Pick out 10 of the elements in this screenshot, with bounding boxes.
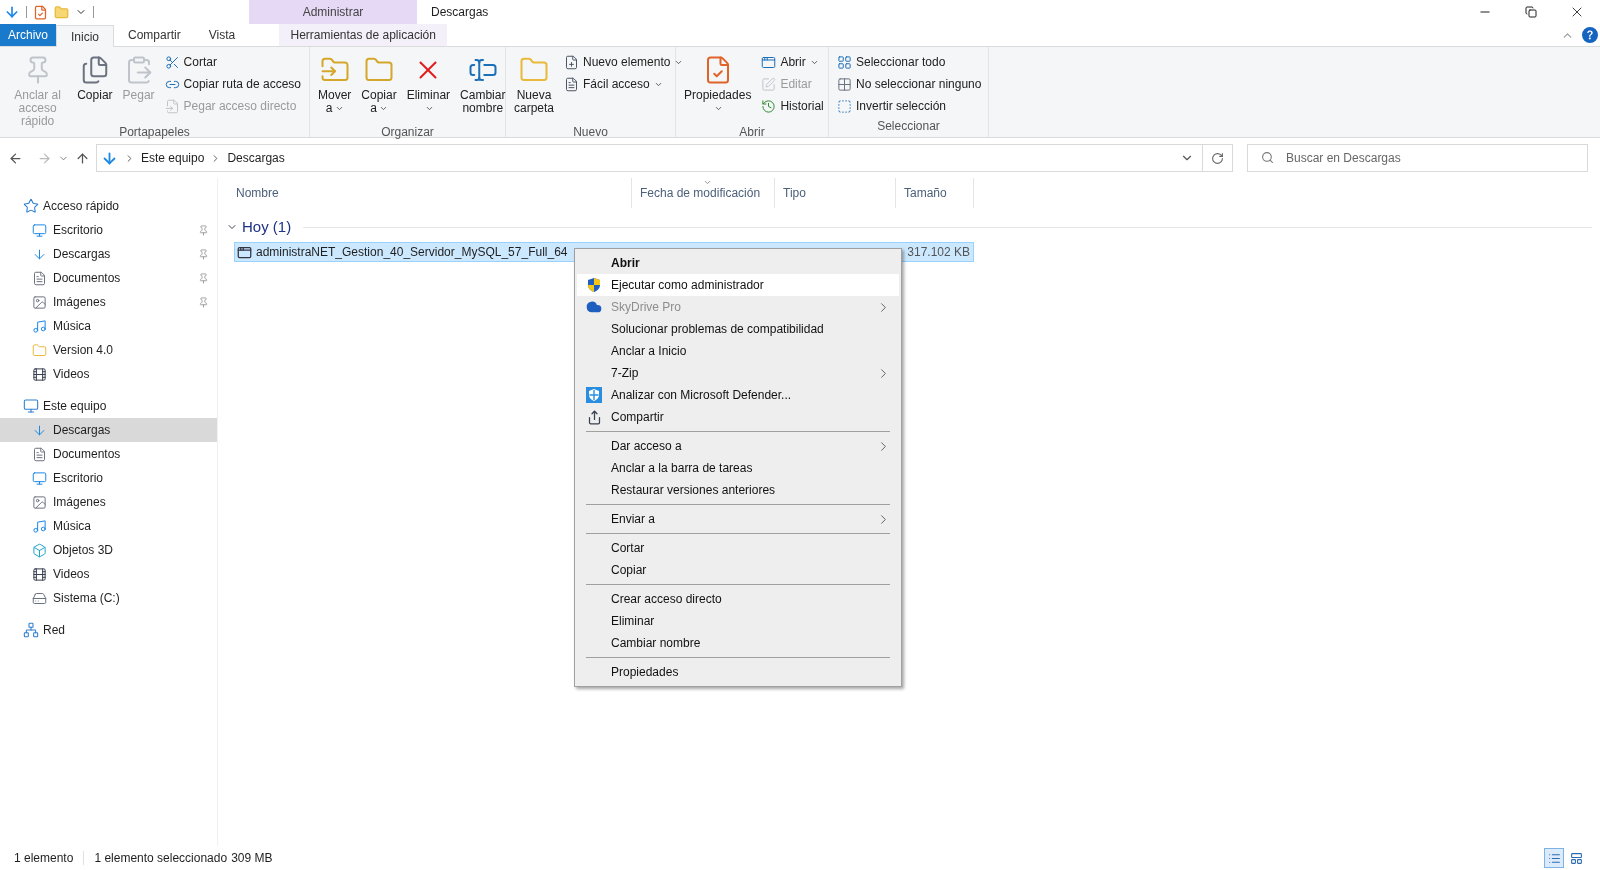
selection-size: 309 MB	[231, 850, 273, 867]
group-label: Seleccionar	[877, 118, 940, 135]
group-label: Abrir	[739, 124, 765, 141]
window-title: Descargas	[431, 4, 489, 21]
selection-count: 1 elemento seleccionado	[94, 850, 228, 867]
context-group-label: Administrar	[249, 0, 417, 24]
item-count: 1 elemento	[14, 850, 74, 867]
group-label: Portapapeles	[119, 124, 190, 141]
group-label: Organizar	[381, 124, 434, 141]
group-label: Nuevo	[573, 124, 608, 141]
